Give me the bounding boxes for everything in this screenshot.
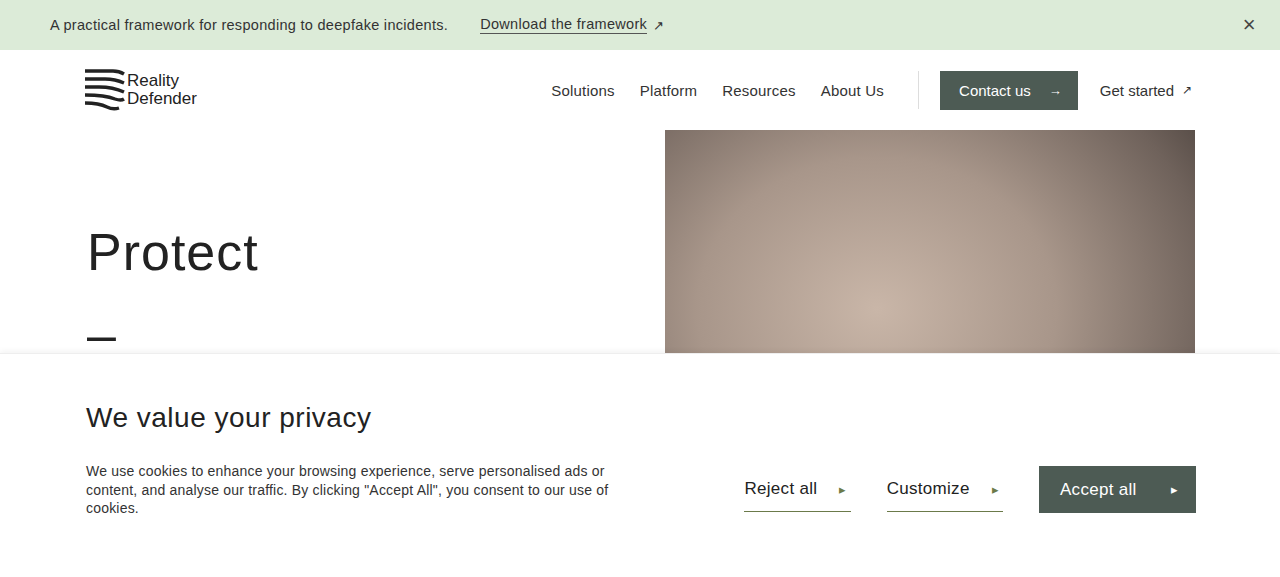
header: RealityDefender Solutions Platform Resource… <box>0 50 1280 130</box>
nav-divider <box>918 71 919 109</box>
caret-icon: ▸ <box>1171 482 1178 497</box>
logo-text: RealityDefender <box>127 72 197 108</box>
cookie-text: We use cookies to enhance your browsing … <box>86 462 626 518</box>
cookie-button[interactable]: Reject all▸ <box>744 467 850 512</box>
cookie-button[interactable]: Customize▸ <box>887 467 1003 512</box>
download-link[interactable]: Download the framework↗ <box>480 16 664 34</box>
cookie-title: We value your privacy <box>86 402 1196 434</box>
nav-item[interactable]: Solutions <box>551 82 615 99</box>
caret-icon: ▸ <box>839 482 846 497</box>
announcement-bar: A practical framework for responding to … <box>0 0 1280 50</box>
caret-icon: ▸ <box>992 482 999 497</box>
logo-icon <box>85 68 125 112</box>
logo[interactable]: RealityDefender <box>85 68 197 112</box>
nav-item[interactable]: About Us <box>821 82 884 99</box>
nav-item[interactable]: Platform <box>640 82 697 99</box>
cookie-banner: We value your privacy We use cookies to e… <box>0 353 1280 577</box>
main-nav: Solutions Platform Resources About Us Contac… <box>551 71 1192 110</box>
get-started-link[interactable]: Get started↗ <box>1100 82 1192 99</box>
contact-button[interactable]: Contact us→ <box>940 71 1078 110</box>
arrow-icon: → <box>1049 83 1062 98</box>
announcement-text: A practical framework for responding to … <box>50 17 448 33</box>
arrow-icon: ↗ <box>1182 83 1192 97</box>
arrow-icon: ↗ <box>653 18 664 33</box>
nav-item[interactable]: Resources <box>722 82 796 99</box>
cookie-button[interactable]: Accept all▸ <box>1039 466 1196 513</box>
hero-headline: Protect <box>87 222 665 282</box>
close-button[interactable]: × <box>1243 12 1256 38</box>
page: A practical framework for responding to … <box>0 0 1280 577</box>
